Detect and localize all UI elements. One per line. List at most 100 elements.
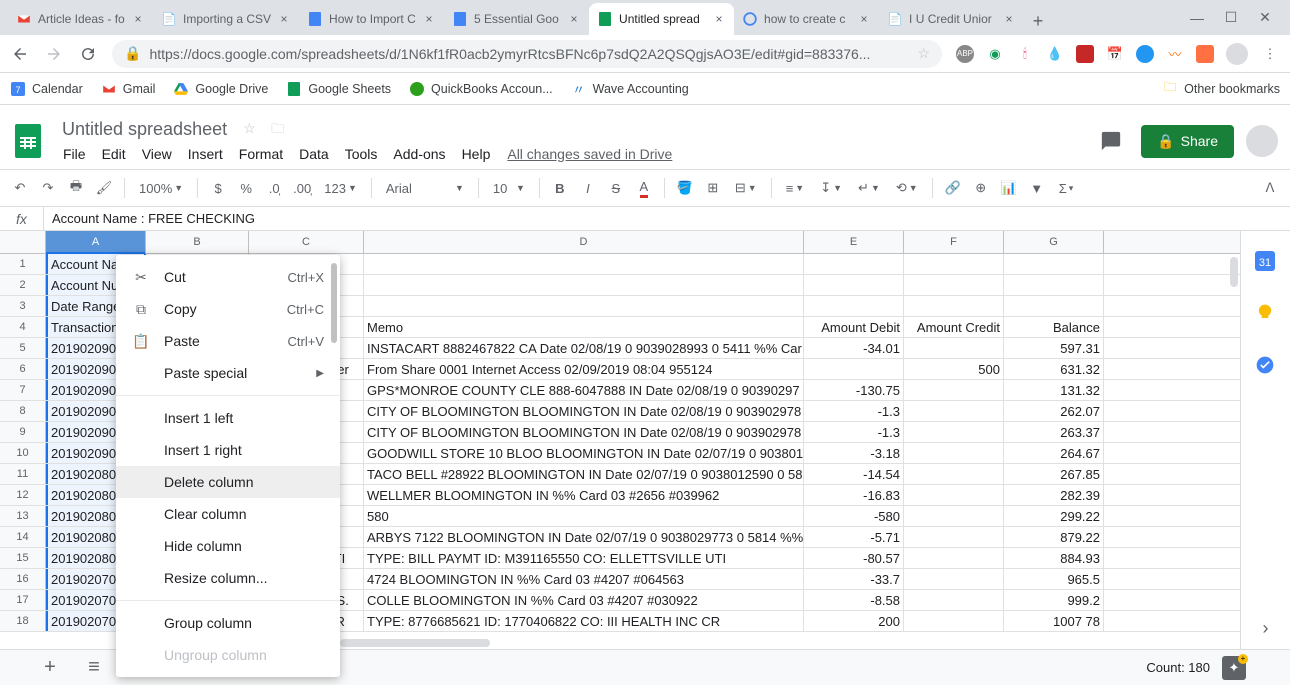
cell[interactable]: 500 — [904, 359, 1004, 379]
bold-button[interactable]: B — [548, 176, 572, 200]
cell[interactable]: -5.71 — [804, 527, 904, 547]
row-header[interactable]: 1 — [0, 254, 46, 274]
cell[interactable] — [904, 485, 1004, 505]
select-all-corner[interactable] — [0, 231, 46, 253]
fx-label[interactable]: fx — [0, 207, 44, 230]
close-icon[interactable]: × — [712, 12, 726, 26]
share-button[interactable]: 🔒Share — [1141, 125, 1234, 158]
strikethrough-button[interactable]: S — [604, 176, 628, 200]
back-button[interactable] — [10, 44, 30, 64]
browser-tab-active[interactable]: Untitled spread× — [589, 3, 734, 35]
browser-tab[interactable]: 📄Importing a CSV× — [153, 3, 299, 35]
cell[interactable]: -80.57 — [804, 548, 904, 568]
cell[interactable] — [364, 296, 804, 316]
vertical-scrollbar[interactable] — [1230, 257, 1238, 287]
browser-tab[interactable]: How to Import C× — [299, 3, 444, 35]
cell[interactable]: 263.37 — [1004, 422, 1104, 442]
row-header[interactable]: 18 — [0, 611, 46, 631]
abp-icon[interactable]: ABP — [956, 45, 974, 63]
undo-button[interactable]: ↶ — [8, 176, 32, 200]
cell[interactable] — [904, 590, 1004, 610]
row-header[interactable]: 14 — [0, 527, 46, 547]
cell[interactable] — [904, 254, 1004, 274]
comment-button[interactable]: ⊕ — [969, 176, 993, 200]
star-button[interactable]: ☆ — [243, 120, 261, 138]
cell[interactable] — [904, 275, 1004, 295]
row-header[interactable]: 9 — [0, 422, 46, 442]
wrap-button[interactable]: ↵ ▼ — [852, 180, 886, 196]
bookmark-sheets[interactable]: Google Sheets — [286, 81, 391, 97]
calendar-side-icon[interactable]: 31 — [1255, 251, 1277, 273]
cell[interactable]: CITY OF BLOOMINGTON BLOOMINGTON IN Date … — [364, 401, 804, 421]
context-menu-scrollbar[interactable] — [331, 263, 337, 343]
cell[interactable]: 879.22 — [1004, 527, 1104, 547]
cell[interactable]: Amount Credit — [904, 317, 1004, 337]
browser-tab[interactable]: 5 Essential Goo× — [444, 3, 589, 35]
cell[interactable]: 597.31 — [1004, 338, 1104, 358]
sheets-logo[interactable] — [8, 121, 48, 161]
redo-button[interactable]: ↷ — [36, 176, 60, 200]
text-color-button[interactable]: A — [632, 176, 656, 200]
menu-help[interactable]: Help — [455, 142, 498, 166]
selection-count[interactable]: Count: 180 — [1146, 660, 1210, 675]
formula-input[interactable]: Account Name : FREE CHECKING — [44, 211, 1290, 226]
col-header-b[interactable]: B — [146, 231, 249, 253]
cell[interactable] — [1004, 254, 1104, 274]
cell[interactable] — [904, 338, 1004, 358]
menu-edit[interactable]: Edit — [95, 142, 133, 166]
percent-button[interactable]: % — [234, 176, 258, 200]
cell[interactable]: Balance — [1004, 317, 1104, 337]
paint-format-button[interactable]: 🖌 — [92, 176, 116, 200]
cell[interactable]: 282.39 — [1004, 485, 1104, 505]
row-header[interactable]: 8 — [0, 401, 46, 421]
cell[interactable] — [904, 443, 1004, 463]
cell[interactable]: -14.54 — [804, 464, 904, 484]
cell[interactable] — [904, 380, 1004, 400]
merge-cells-button[interactable]: ⊟ ▼ — [729, 180, 763, 196]
cell[interactable]: 131.32 — [1004, 380, 1104, 400]
row-header[interactable]: 15 — [0, 548, 46, 568]
cell[interactable] — [1004, 296, 1104, 316]
row-header[interactable]: 5 — [0, 338, 46, 358]
close-button[interactable]: ✕ — [1258, 11, 1272, 25]
row-header[interactable]: 6 — [0, 359, 46, 379]
cell[interactable]: From Share 0001 Internet Access 02/09/20… — [364, 359, 804, 379]
cell[interactable]: -1.3 — [804, 401, 904, 421]
browser-tab[interactable]: 📄I U Credit Unior× — [879, 3, 1024, 35]
cell[interactable] — [904, 569, 1004, 589]
cell[interactable] — [804, 254, 904, 274]
link-button[interactable]: 🔗 — [941, 176, 965, 200]
cell[interactable]: -1.3 — [804, 422, 904, 442]
cell[interactable] — [804, 275, 904, 295]
ext-icon[interactable]: 🕯 — [1016, 45, 1034, 63]
row-header[interactable]: 4 — [0, 317, 46, 337]
menu-addons[interactable]: Add-ons — [386, 142, 452, 166]
new-tab-button[interactable]: + — [1024, 7, 1052, 35]
functions-button[interactable]: Σ ▾ — [1053, 181, 1080, 196]
menu-file[interactable]: File — [56, 142, 93, 166]
video-ext-icon[interactable] — [1136, 45, 1154, 63]
comments-button[interactable] — [1093, 123, 1129, 159]
cell[interactable]: TYPE: BILL PAYMT ID: M391165550 CO: ELLE… — [364, 548, 804, 568]
ctx-delete-column[interactable]: Delete column — [116, 466, 340, 498]
cell[interactable]: -8.58 — [804, 590, 904, 610]
cell[interactable]: COLLE BLOOMINGTON IN %% Card 03 #4207 #0… — [364, 590, 804, 610]
cell[interactable]: 262.07 — [1004, 401, 1104, 421]
chart-button[interactable]: 📊 — [997, 176, 1021, 200]
cell[interactable]: 999.2 — [1004, 590, 1104, 610]
cell[interactable]: -130.75 — [804, 380, 904, 400]
cell[interactable]: TYPE: 8776685621 ID: 1770406822 CO: III … — [364, 611, 804, 631]
forward-button[interactable] — [44, 44, 64, 64]
account-avatar[interactable] — [1246, 125, 1278, 157]
minimize-button[interactable]: — — [1190, 11, 1204, 25]
ctx-resize-column[interactable]: Resize column... — [116, 562, 340, 594]
more-formats-dropdown[interactable]: 123 ▼ — [318, 181, 363, 196]
cell[interactable]: ARBYS 7122 BLOOMINGTON IN Date 02/07/19 … — [364, 527, 804, 547]
row-header[interactable]: 12 — [0, 485, 46, 505]
cell[interactable]: 631.32 — [1004, 359, 1104, 379]
close-icon[interactable]: × — [857, 12, 871, 26]
url-input[interactable]: 🔒 https://docs.google.com/spreadsheets/d… — [112, 40, 942, 68]
col-header-a[interactable]: A — [46, 231, 146, 253]
ctx-hide-column[interactable]: Hide column — [116, 530, 340, 562]
collapse-toolbar-button[interactable]: ᐱ — [1258, 176, 1282, 200]
